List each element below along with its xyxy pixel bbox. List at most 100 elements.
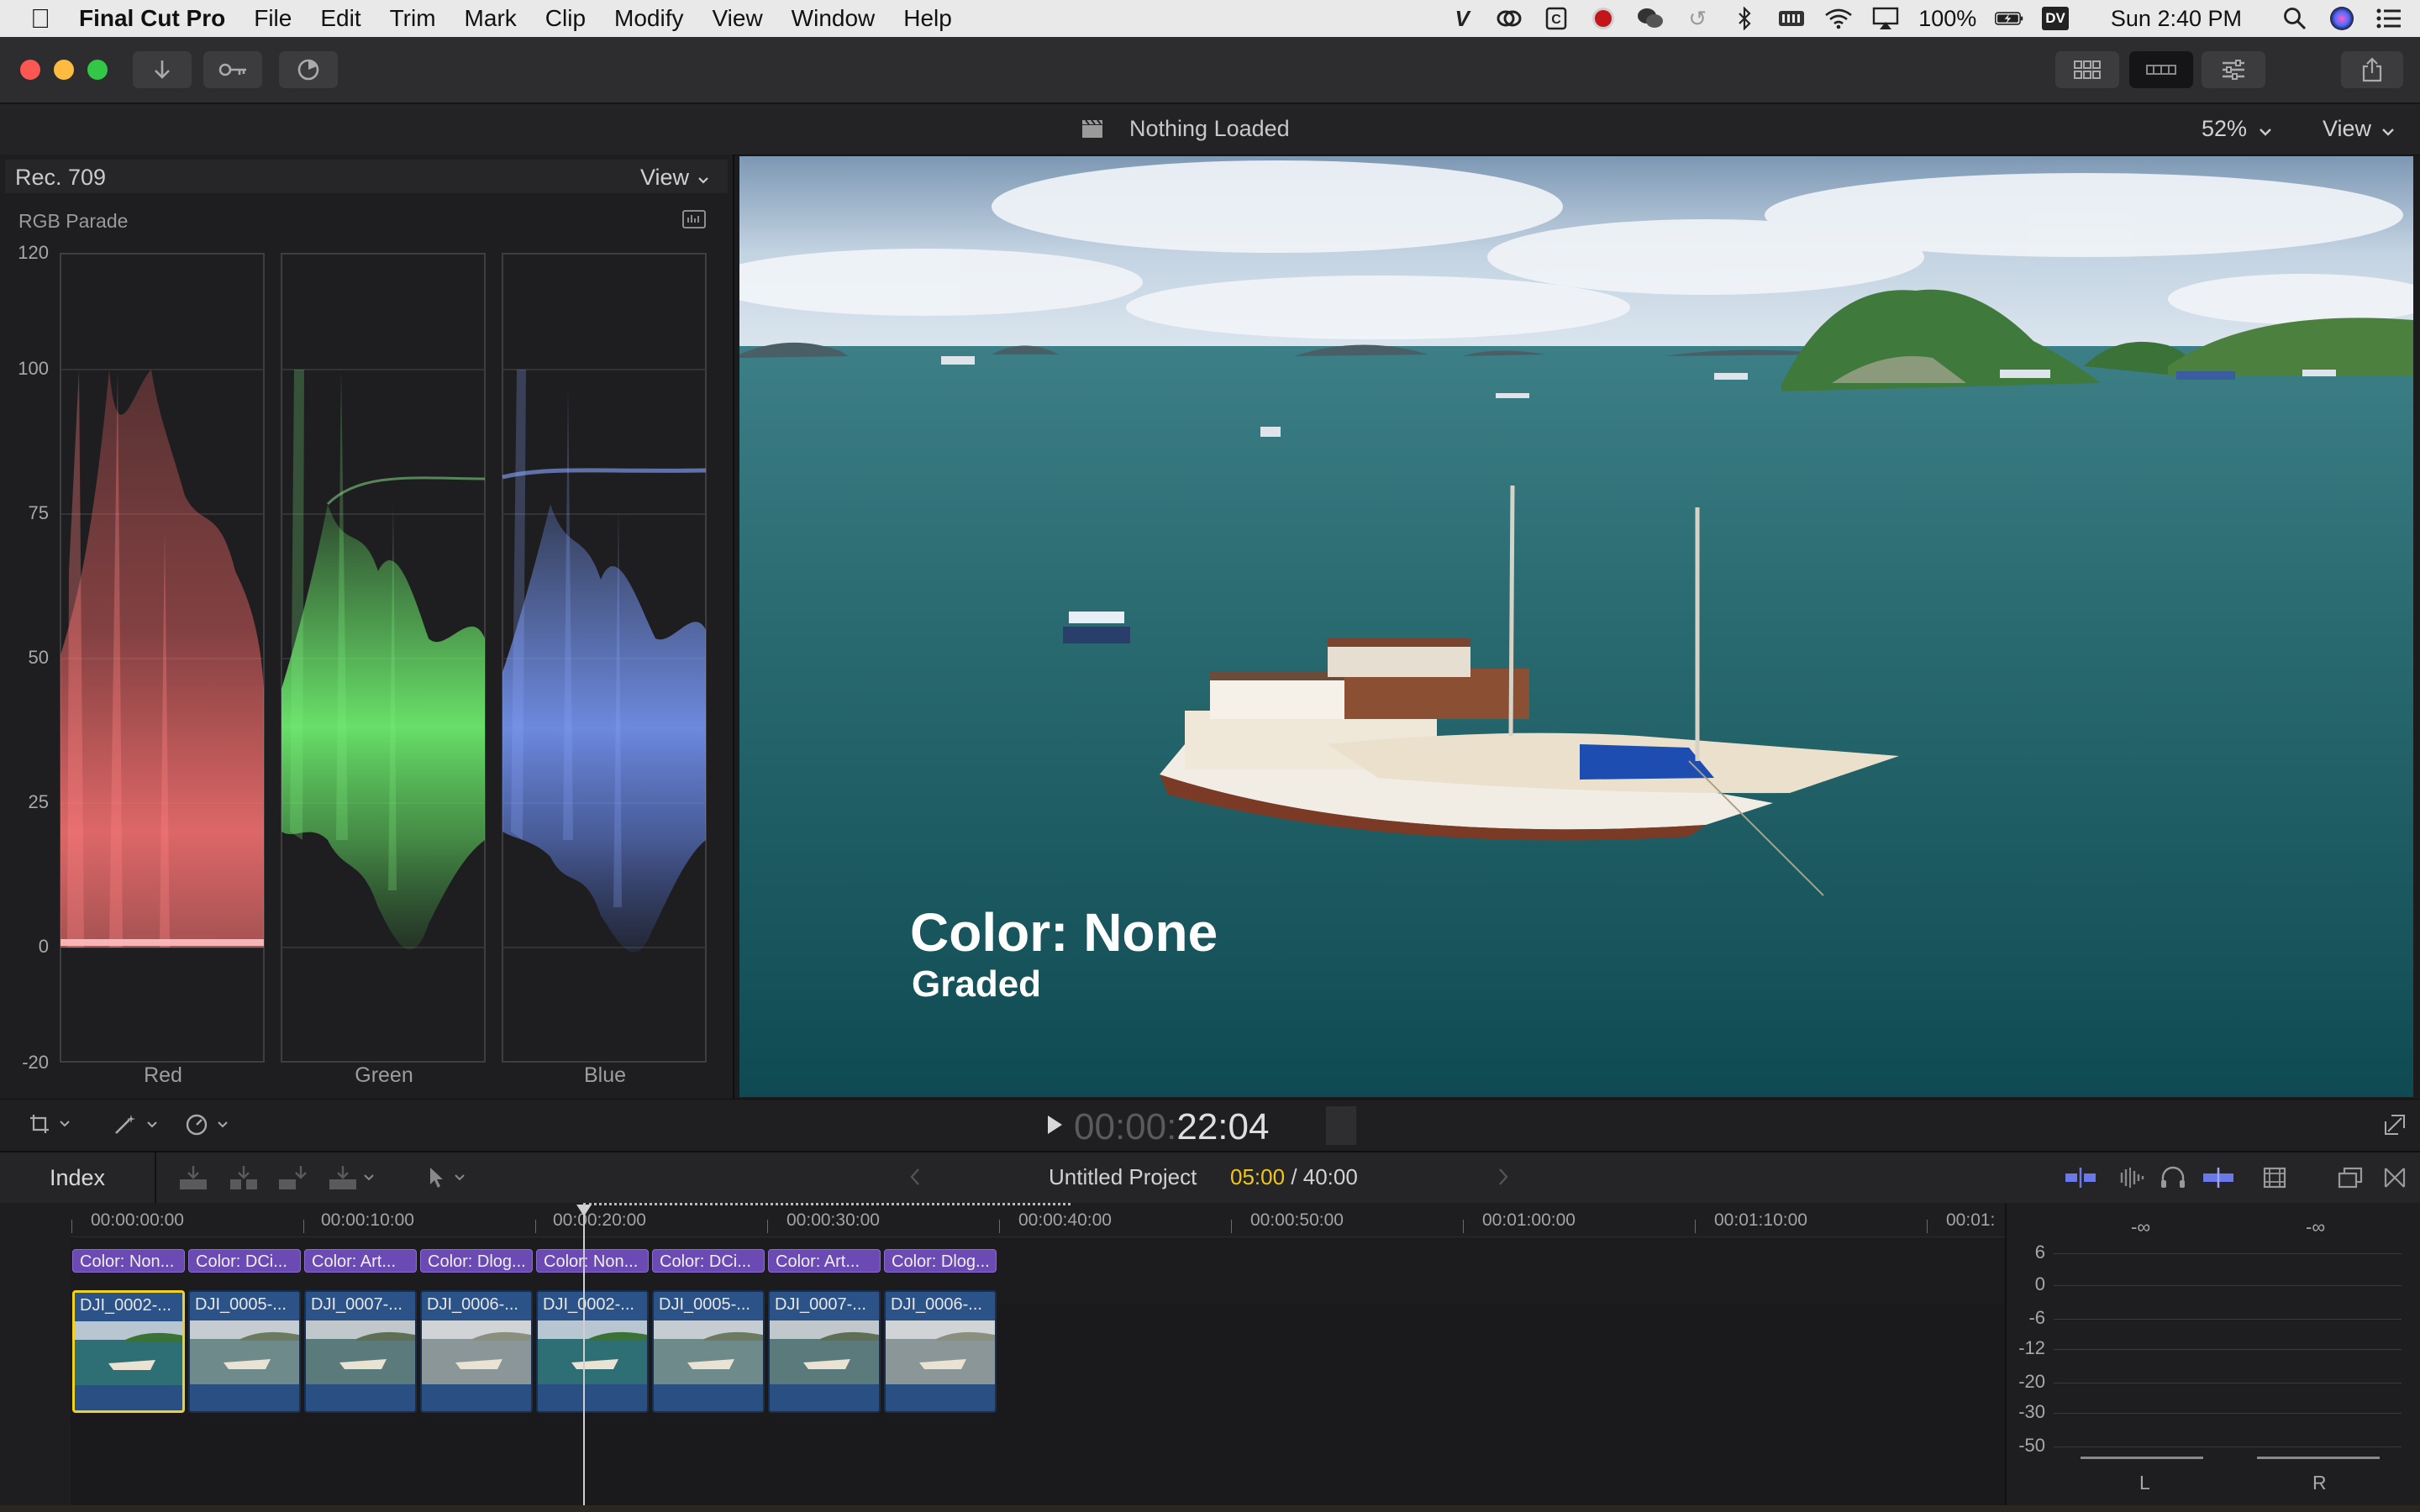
download-arrow-icon [155,60,170,79]
append-clip-button[interactable] [277,1164,308,1195]
vectorworks-icon[interactable]: V [1448,6,1476,31]
title-clip[interactable]: Color: DCi... [188,1249,301,1273]
scope-view-dropdown[interactable]: View [640,165,709,191]
effects-browser-button[interactable] [2338,1166,2363,1194]
video-clip-selected[interactable]: DJI_0002-... [72,1290,185,1413]
ruler-label: 00:00:20:00 [553,1210,646,1230]
timeline-ruler[interactable]: 00:00:00:00 00:00:10:00 00:00:20:00 00:0… [71,1203,2005,1237]
clip-thumbnail [654,1320,763,1384]
video-clip[interactable]: DJI_0005-... [652,1290,765,1413]
memory-icon[interactable] [1777,6,1806,31]
menu-trim[interactable]: Trim [390,5,436,32]
show-inspector-button[interactable] [2202,51,2265,88]
battery-charging-icon[interactable] [1995,6,2023,31]
headphones-icon [2161,1166,2185,1188]
chevron-down-icon [455,1174,465,1181]
playhead[interactable] [583,1205,585,1507]
video-clip[interactable]: DJI_0007-... [768,1290,881,1413]
show-browser-button[interactable] [2055,51,2119,88]
video-clip[interactable]: DJI_0006-... [420,1290,533,1413]
title-clip[interactable]: Color: DCi... [652,1249,765,1273]
meter-label-right: R [2312,1472,2327,1494]
insert-clip-button[interactable] [229,1164,259,1195]
time-machine-icon[interactable]: ↺ [1683,6,1712,31]
meter-tick: -50 [2018,1435,2045,1456]
magic-wand-icon [115,1115,135,1134]
video-viewer[interactable]: Color: None Graded [739,156,2413,1097]
video-skimming-button[interactable] [2202,1166,2235,1194]
retime-button[interactable] [185,1113,229,1137]
show-timeline-button[interactable] [2129,51,2193,88]
spotlight-search-icon[interactable] [2281,6,2309,31]
menu-view[interactable]: View [712,5,762,32]
dv-badge[interactable]: DV [2042,7,2069,30]
video-clip[interactable]: DJI_0002-... [536,1290,649,1413]
enhancements-button[interactable] [113,1113,158,1137]
title-clip[interactable]: Color: Dlog... [884,1249,997,1273]
snapping-button[interactable] [2064,1166,2097,1194]
menu-help[interactable]: Help [903,5,952,32]
overwrite-clip-button[interactable] [328,1164,375,1191]
bluetooth-icon[interactable] [1730,6,1759,31]
menu-mark[interactable]: Mark [465,5,517,32]
zoom-window-button[interactable] [87,60,108,80]
title-clip[interactable]: Color: Art... [768,1249,881,1273]
share-button[interactable] [2341,51,2403,88]
clipboard-app-icon[interactable]: C [1542,6,1570,31]
zoom-level-dropdown[interactable]: 52% [2202,116,2272,142]
airplay-icon[interactable] [1871,6,1900,31]
audio-meters-panel: -∞ -∞ 6 0 -6 -12 -20 -30 -50 L R [2005,1203,2420,1512]
background-tasks-button[interactable] [279,51,338,88]
menu-edit[interactable]: Edit [320,5,360,32]
playhead-handle[interactable] [576,1205,592,1216]
menu-window[interactable]: Window [792,5,876,32]
creative-cloud-icon[interactable] [1495,6,1523,31]
close-window-button[interactable] [20,60,40,80]
play-button[interactable] [1045,1113,1064,1141]
ruler-tick [1927,1220,1928,1233]
app-menu[interactable]: Final Cut Pro [79,5,225,32]
wifi-icon[interactable] [1824,6,1853,31]
meter-gridline [2054,1285,2402,1286]
siri-icon[interactable] [2328,6,2356,31]
keywords-button[interactable] [203,51,262,88]
apple-menu-icon[interactable]:  [30,3,50,34]
history-forward-button[interactable] [1497,1168,1509,1190]
scope-settings-icon[interactable] [682,210,706,234]
clip-appearance-button[interactable] [2262,1166,2287,1194]
timecode-display[interactable]: 00:00:22:04 [1074,1106,1269,1148]
bowtie-icon [2384,1168,2406,1188]
connect-clip-button[interactable] [178,1164,208,1195]
ruler-label: 00:00:10:00 [321,1210,414,1230]
menu-clip[interactable]: Clip [545,5,586,32]
import-button[interactable] [133,51,192,88]
record-icon[interactable] [1589,6,1618,31]
title-clip[interactable]: Color: Non... [536,1249,649,1273]
transform-tool-button[interactable] [29,1113,71,1135]
transitions-browser-button[interactable] [2383,1166,2407,1194]
menu-file[interactable]: File [254,5,292,32]
clock[interactable]: Sun 2:40 PM [2111,6,2242,32]
title-clip[interactable]: Color: Art... [304,1249,417,1273]
video-frame: Color: None Graded [739,156,2413,1097]
viewer-view-dropdown[interactable]: View [2323,116,2395,142]
title-clip[interactable]: Color: Non... [72,1249,185,1273]
skimming-button[interactable] [2114,1166,2146,1194]
notification-center-icon[interactable] [2375,6,2403,31]
solo-button[interactable] [2160,1166,2186,1194]
minimize-window-button[interactable] [54,60,74,80]
video-clip[interactable]: DJI_0006-... [884,1290,997,1413]
scope-ytick: 25 [28,791,49,812]
history-back-button[interactable] [909,1168,921,1190]
ruler-tick [1463,1220,1464,1233]
playhead-position: 05:00 [1230,1164,1286,1189]
video-clip[interactable]: DJI_0005-... [188,1290,301,1413]
fullscreen-button[interactable] [2383,1113,2407,1141]
index-button[interactable]: Index [0,1152,156,1203]
menu-modify[interactable]: Modify [614,5,683,32]
wechat-icon[interactable] [1636,6,1665,31]
select-tool-button[interactable] [427,1166,466,1189]
viewer-header: Nothing Loaded 52% View [0,104,2420,155]
title-clip[interactable]: Color: Dlog... [420,1249,533,1273]
video-clip[interactable]: DJI_0007-... [304,1290,417,1413]
